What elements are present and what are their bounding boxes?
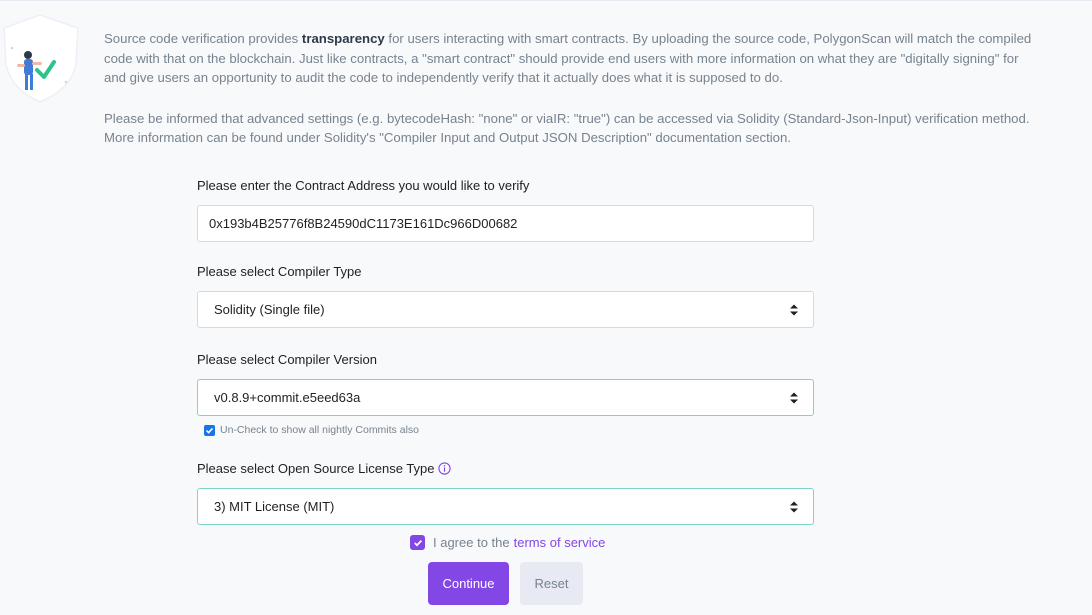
select-arrows-icon — [790, 392, 798, 403]
contract-address-value: 0x193b4B25776f8B24590dC1173E161Dc966D006… — [209, 216, 518, 231]
license-type-label: Please select Open Source License Type — [197, 459, 814, 479]
compiler-type-select[interactable]: Solidity (Single file) — [197, 291, 814, 328]
compiler-version-select[interactable]: v0.8.9+commit.e5eed63a — [197, 379, 814, 416]
compiler-type-value: Solidity (Single file) — [214, 302, 325, 317]
terms-agreement: I agree to the terms of service — [410, 535, 605, 550]
select-arrows-icon — [790, 304, 798, 315]
intro-paragraph-2: Please be informed that advanced setting… — [104, 110, 1030, 146]
terms-checkbox[interactable] — [410, 535, 425, 550]
compiler-version-value: v0.8.9+commit.e5eed63a — [214, 390, 361, 405]
license-type-select[interactable]: 3) MIT License (MIT) — [197, 488, 814, 525]
contract-address-input[interactable]: 0x193b4B25776f8B24590dC1173E161Dc966D006… — [197, 205, 814, 242]
contract-address-label: Please enter the Contract Address you wo… — [197, 178, 530, 193]
check-icon — [205, 427, 214, 434]
check-icon — [413, 539, 422, 546]
top-divider — [0, 0, 1092, 1]
info-icon[interactable] — [437, 462, 451, 475]
compiler-version-label: Please select Compiler Version — [197, 352, 377, 367]
continue-button[interactable]: Continue — [428, 562, 509, 605]
intro-paragraph-1: Source code verification provides transp… — [104, 31, 1032, 85]
reset-button[interactable]: Reset — [520, 562, 583, 605]
select-arrows-icon — [790, 501, 798, 512]
verification-intro: Source code verification provides transp… — [104, 29, 1034, 148]
nightly-commits-label: Un-Check to show all nightly Commits als… — [220, 424, 419, 436]
nightly-commits-option: Un-Check to show all nightly Commits als… — [197, 424, 814, 436]
transparency-emphasis: transparency — [301, 31, 385, 46]
compiler-type-label: Please select Compiler Type — [197, 264, 362, 279]
terms-of-service-link[interactable]: terms of service — [514, 535, 606, 550]
shield-verified-illustration — [3, 14, 79, 103]
terms-agreement-text: I agree to the — [433, 535, 510, 550]
nightly-commits-checkbox[interactable] — [204, 424, 215, 436]
license-type-value: 3) MIT License (MIT) — [214, 499, 335, 514]
verify-contract-form: Please enter the Contract Address you wo… — [197, 176, 814, 525]
